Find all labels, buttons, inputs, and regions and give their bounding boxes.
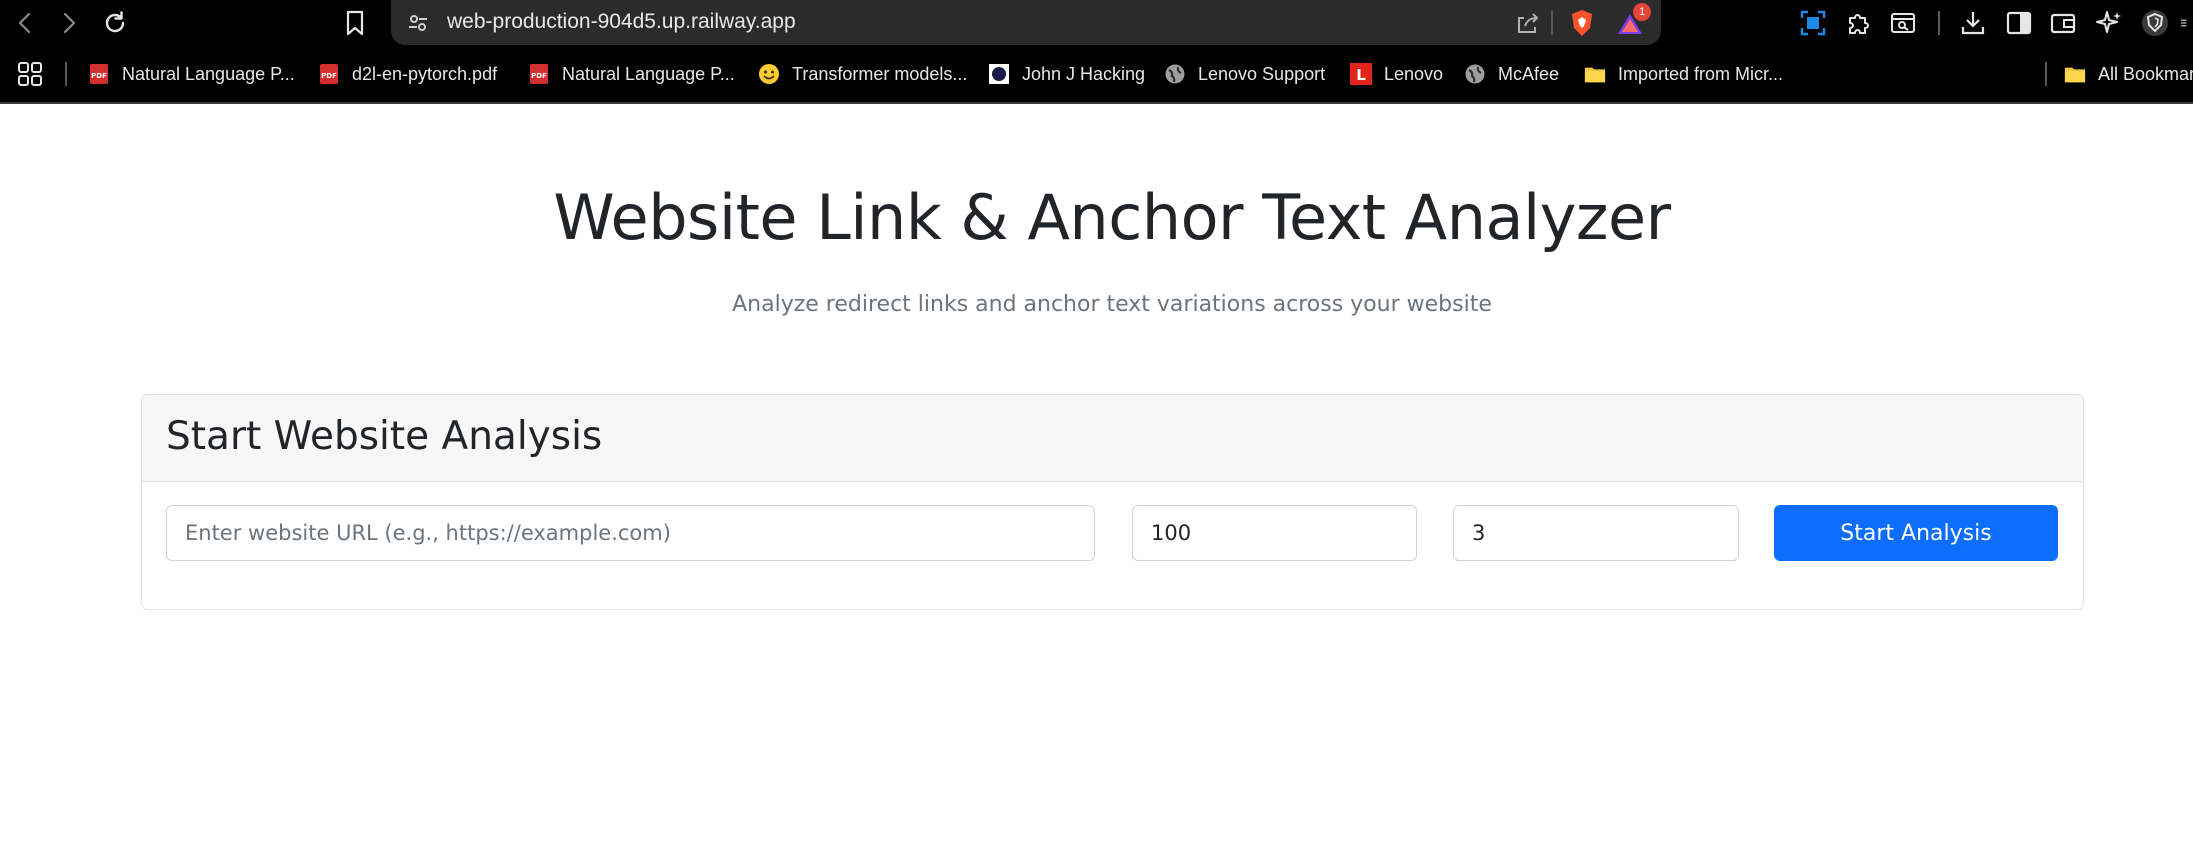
wallet-icon[interactable]	[2048, 8, 2078, 38]
share-icon[interactable]	[1515, 10, 1541, 36]
all-bookmarks-button[interactable]: All Bookmar	[2064, 56, 2193, 92]
bookmark-item[interactable]: John J Hacking	[988, 56, 1145, 92]
sidebar-icon[interactable]	[2004, 8, 2034, 38]
extensions-icon[interactable]	[1844, 8, 1874, 38]
bookmark-item[interactable]: Imported from Micr...	[1584, 56, 1783, 92]
svg-text:L: L	[1356, 66, 1366, 84]
bookmark-label: McAfee	[1498, 63, 1560, 84]
bookmark-item[interactable]: McAfee	[1464, 56, 1559, 92]
reload-icon	[105, 11, 125, 33]
bookmark-label: Imported from Micr...	[1618, 63, 1784, 84]
pdf-icon: PDF	[318, 63, 340, 85]
bookmarks-divider	[65, 62, 67, 86]
url-input[interactable]	[166, 505, 1095, 561]
card-title: Start Website Analysis	[166, 414, 603, 459]
globe-icon	[1164, 63, 1186, 85]
bookmark-label: Lenovo	[1384, 63, 1444, 84]
downloads-icon[interactable]	[1958, 8, 1988, 38]
start-analysis-button[interactable]: Start Analysis	[1774, 505, 2058, 561]
lenovo-icon: L	[1350, 63, 1372, 85]
bookmark-label: Lenovo Support	[1198, 63, 1326, 84]
svg-text:PDF: PDF	[531, 72, 547, 80]
bookmark-item[interactable]: PDF Natural Language P...	[88, 56, 295, 92]
screenshot-icon[interactable]	[1798, 8, 1828, 38]
bookmark-label: Transformer models...	[792, 63, 968, 84]
page-title: Website Link & Anchor Text Analyzer	[553, 181, 1671, 254]
address-bar[interactable]: web-production-904d5.up.railway.app 1	[391, 0, 1661, 45]
analysis-card: Start Website Analysis Start Analysis	[141, 394, 2084, 610]
pdf-icon: PDF	[528, 63, 550, 85]
svg-text:PDF: PDF	[321, 72, 337, 80]
back-arrow-icon	[18, 12, 31, 34]
site-icon	[988, 63, 1010, 85]
browser-toolbar: web-production-904d5.up.railway.app 1 PD…	[0, 0, 2193, 104]
folder-icon	[2064, 63, 2086, 85]
depth-input[interactable]	[1453, 505, 1739, 561]
page-subtitle: Analyze redirect links and anchor text v…	[732, 292, 1492, 317]
bookmark-item[interactable]: L Lenovo	[1350, 56, 1443, 92]
bookmarks-divider	[2045, 62, 2047, 86]
apps-button[interactable]	[16, 56, 44, 92]
bookmark-item[interactable]: PDF d2l-en-pytorch.pdf	[318, 56, 497, 92]
hugging-face-icon	[758, 63, 780, 85]
address-bar-divider	[1551, 11, 1553, 35]
apps-grid-icon	[18, 62, 42, 86]
site-settings-icon[interactable]	[405, 10, 431, 36]
bookmark-page-button[interactable]	[338, 6, 372, 40]
vpn-shield-icon[interactable]	[2140, 8, 2170, 38]
page-content: Website Link & Anchor Text Analyzer Anal…	[0, 104, 2193, 848]
forward-button[interactable]	[52, 6, 86, 40]
pdf-icon: PDF	[88, 63, 110, 85]
url-text[interactable]: web-production-904d5.up.railway.app	[447, 10, 796, 34]
svg-text:PDF: PDF	[91, 72, 107, 80]
leo-ai-icon[interactable]	[2094, 8, 2124, 38]
globe-icon	[1464, 63, 1486, 85]
back-button[interactable]	[8, 6, 42, 40]
card-header: Start Website Analysis	[142, 395, 2083, 482]
bookmark-label: Natural Language P...	[562, 63, 735, 84]
bookmark-label: John J Hacking	[1022, 63, 1146, 84]
bookmark-label: d2l-en-pytorch.pdf	[352, 63, 498, 84]
brave-shields-icon[interactable]	[1567, 8, 1597, 38]
bookmark-icon	[346, 10, 364, 36]
folder-icon	[1584, 63, 1606, 85]
max-pages-input[interactable]	[1132, 505, 1417, 561]
notification-badge: 1	[1633, 3, 1651, 21]
bookmark-item[interactable]: PDF Natural Language P...	[528, 56, 735, 92]
bookmark-item[interactable]: Transformer models...	[758, 56, 967, 92]
all-bookmarks-label: All Bookmar	[2098, 63, 2193, 84]
bookmark-label: Natural Language P...	[122, 63, 295, 84]
menu-icon[interactable]	[2180, 8, 2193, 38]
reload-button[interactable]	[98, 6, 132, 40]
bookmark-item[interactable]: Lenovo Support	[1164, 56, 1325, 92]
bookmarks-bar: PDF Natural Language P... PDF d2l-en-pyt…	[0, 56, 2193, 92]
reader-search-icon[interactable]	[1888, 8, 1918, 38]
forward-arrow-icon	[63, 12, 76, 34]
toolbar-divider	[1938, 11, 1940, 35]
